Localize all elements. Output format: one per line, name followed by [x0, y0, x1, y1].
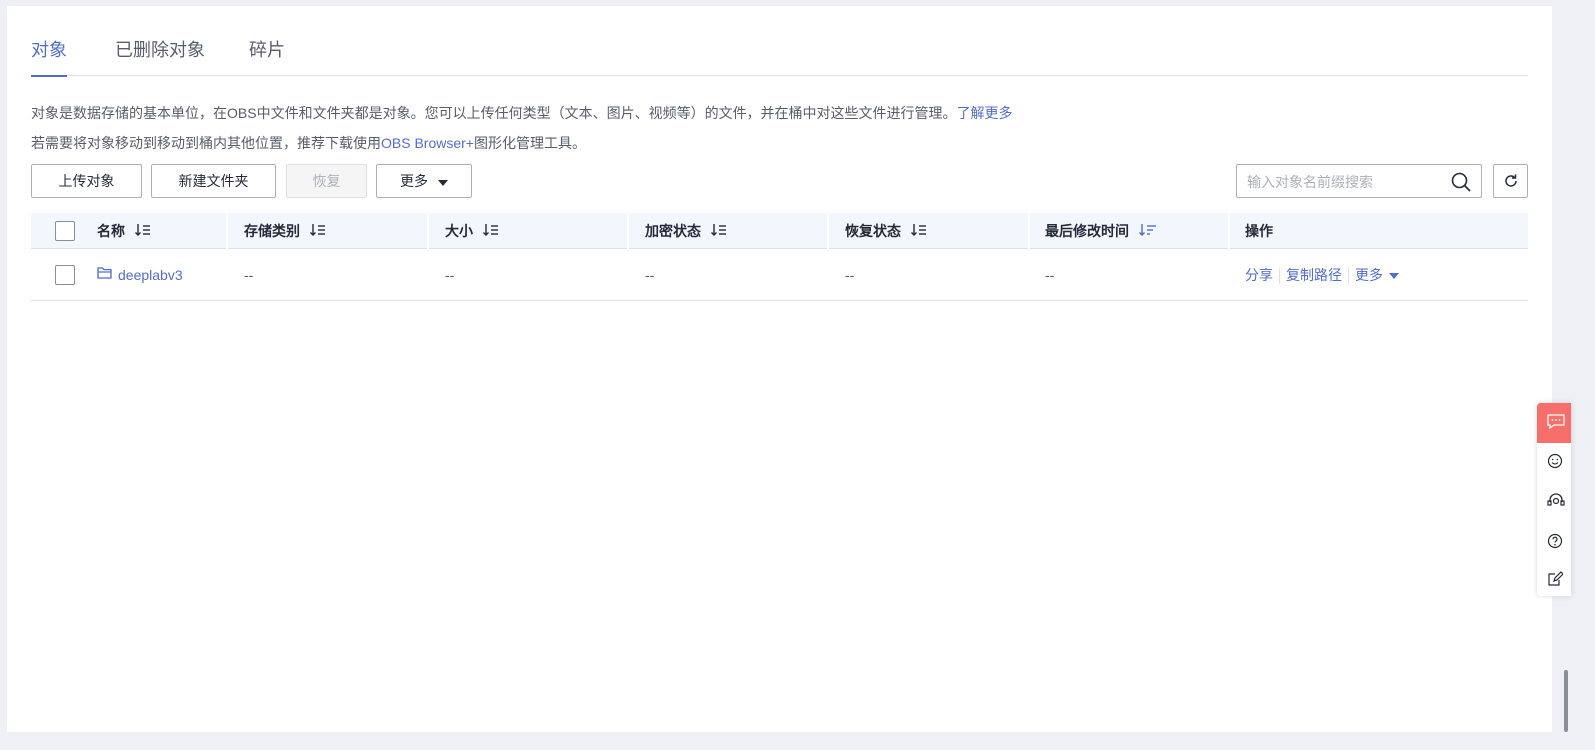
feedback-button[interactable]: [1537, 561, 1571, 597]
more-button[interactable]: 更多: [376, 164, 472, 198]
sort-icon[interactable]: [710, 214, 727, 250]
search-icon[interactable]: [1451, 172, 1471, 192]
chevron-down-icon: [438, 179, 448, 186]
description-line-2: 若需要将对象移动到移动到桶内其他位置，推荐下载使用OBS Browser+图形化…: [31, 133, 586, 153]
objects-table: 名称 存储类别 大小 加密状态 恢复状态 最后修改时间 操作 deeplabv3…: [31, 213, 1528, 301]
sort-icon[interactable]: [1138, 214, 1157, 250]
column-header-restore-status: 恢复状态: [845, 213, 927, 249]
column-header-name: 名称: [97, 213, 151, 249]
column-header-actions: 操作: [1245, 223, 1273, 239]
description-text-2a: 若需要将对象移动到移动到桶内其他位置，推荐下载使用: [31, 135, 381, 151]
row-more-link[interactable]: 更多: [1355, 267, 1399, 283]
column-divider: [827, 213, 829, 249]
folder-icon: [97, 248, 112, 300]
feedback-icon: [1548, 571, 1563, 586]
support-button[interactable]: [1537, 483, 1571, 519]
obs-browser-link[interactable]: OBS Browser+: [381, 135, 474, 151]
description-line-1: 对象是数据存储的基本单位，在OBS中文件和文件夹都是对象。您可以上传任何类型（文…: [31, 103, 1013, 123]
action-divider: [1348, 268, 1349, 285]
restore-button[interactable]: 恢复: [286, 164, 367, 198]
tab-fragments[interactable]: 碎片: [249, 38, 285, 76]
sort-icon[interactable]: [910, 214, 927, 250]
copy-path-link[interactable]: 复制路径: [1286, 267, 1342, 283]
column-header-size: 大小: [445, 213, 499, 249]
chat-button[interactable]: [1537, 403, 1571, 443]
refresh-icon: [1505, 174, 1517, 187]
last-modified-cell: --: [1045, 267, 1055, 283]
column-divider: [1028, 213, 1030, 249]
sort-icon[interactable]: [309, 214, 326, 250]
tab-objects[interactable]: 对象: [31, 38, 67, 77]
floating-toolbar: [1537, 403, 1571, 596]
tab-bar: 对象 已删除对象 碎片: [31, 38, 1528, 77]
main-panel: 对象 已删除对象 碎片 对象是数据存储的基本单位，在OBS中文件和文件夹都是对象…: [7, 6, 1552, 732]
actions-cell: 分享 复制路径 更多: [1245, 249, 1399, 301]
learn-more-link[interactable]: 了解更多: [957, 105, 1013, 121]
sort-icon[interactable]: [482, 214, 499, 250]
smile-icon: [1547, 453, 1563, 469]
column-divider: [1228, 213, 1230, 249]
column-header-encryption: 加密状态: [645, 213, 727, 249]
description-text-1: 对象是数据存储的基本单位，在OBS中文件和文件夹都是对象。您可以上传任何类型（文…: [31, 105, 957, 121]
encryption-cell: --: [645, 267, 655, 283]
search-input[interactable]: [1247, 172, 1437, 192]
sort-icon[interactable]: [134, 214, 151, 250]
chat-icon: [1547, 414, 1565, 429]
row-checkbox[interactable]: [55, 265, 75, 285]
column-divider: [427, 213, 429, 249]
size-cell: --: [445, 267, 455, 283]
scrollbar-thumb[interactable]: [1564, 670, 1568, 732]
table-header: 名称 存储类别 大小 加密状态 恢复状态 最后修改时间 操作: [31, 213, 1528, 249]
column-header-storage-class: 存储类别: [244, 213, 326, 249]
refresh-button[interactable]: [1493, 164, 1528, 198]
upload-object-button[interactable]: 上传对象: [31, 164, 142, 198]
tab-deleted-objects[interactable]: 已删除对象: [115, 38, 205, 76]
restore-status-cell: --: [845, 267, 855, 283]
description-text-2b: 图形化管理工具。: [473, 135, 586, 151]
table-row: deeplabv3 -- -- -- -- -- 分享 复制路径 更多: [31, 249, 1528, 301]
column-divider: [627, 213, 629, 249]
help-icon: [1547, 533, 1563, 549]
share-link[interactable]: 分享: [1245, 267, 1273, 283]
column-divider: [226, 213, 228, 249]
more-button-label: 更多: [400, 173, 428, 189]
select-all-checkbox[interactable]: [55, 221, 75, 241]
action-divider: [1279, 268, 1280, 285]
search-box: [1236, 164, 1482, 198]
headset-icon: [1547, 493, 1565, 506]
smile-button[interactable]: [1537, 443, 1571, 479]
object-name-link[interactable]: deeplabv3: [118, 267, 183, 283]
name-cell: deeplabv3: [97, 249, 183, 301]
storage-class-cell: --: [244, 267, 254, 283]
new-folder-button[interactable]: 新建文件夹: [151, 164, 276, 198]
help-button[interactable]: [1537, 523, 1571, 559]
chevron-down-icon: [1389, 273, 1399, 280]
column-header-last-modified: 最后修改时间: [1045, 213, 1157, 249]
